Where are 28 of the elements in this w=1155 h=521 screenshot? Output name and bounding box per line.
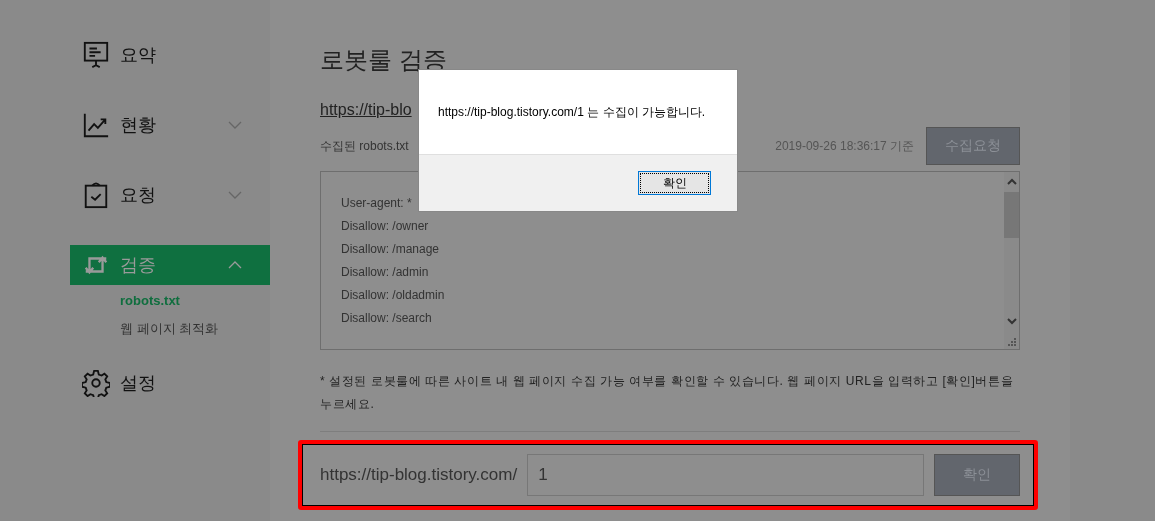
scroll-up-icon[interactable] bbox=[1006, 178, 1017, 186]
robots-line: Disallow: /search bbox=[341, 310, 432, 327]
robots-line: User-agent: * bbox=[341, 195, 412, 212]
presentation-icon bbox=[82, 41, 110, 69]
help-note: * 설정된 로봇룰에 따른 사이트 내 웹 페이지 수집 가능 여부를 확인할 수 있습니다. 웹 페이지 URL을 입력하고 [확인]버튼을 누르세요. bbox=[320, 370, 1020, 432]
sidebar-item[interactable]: 요청 bbox=[70, 175, 270, 215]
settings-icon bbox=[82, 369, 110, 397]
sidebar-item[interactable]: 설정 bbox=[70, 363, 270, 403]
dialog-ok-button[interactable]: 확인 bbox=[638, 171, 711, 195]
url-prefix: https://tip-blog.tistory.com/ bbox=[320, 465, 518, 485]
sidebar-subitem[interactable]: 웹 페이지 최적화 bbox=[120, 315, 270, 343]
resize-grip-icon[interactable] bbox=[1008, 338, 1016, 346]
robots-line: Disallow: /owner bbox=[341, 218, 429, 235]
collected-label: 수집된 robots.txt bbox=[320, 137, 410, 155]
scrollbar[interactable] bbox=[1004, 172, 1019, 349]
sidebar-item[interactable]: 검증 bbox=[70, 245, 270, 285]
robots-line: Disallow: /oldadmin bbox=[341, 287, 445, 304]
robots-line: Disallow: /manage bbox=[341, 241, 440, 258]
robots-line: Disallow: /admin bbox=[341, 264, 429, 281]
site-link[interactable]: https://tip-blo bbox=[320, 98, 412, 122]
sidebar-item[interactable]: 현황 bbox=[70, 105, 270, 145]
scroll-down-icon[interactable] bbox=[1006, 317, 1017, 325]
dialog-message: https://tip-blog.tistory.com/1 는 수집이 가능합니다. bbox=[437, 103, 707, 121]
url-input[interactable]: 1 bbox=[527, 454, 924, 496]
sidebar-item[interactable]: 요약 bbox=[70, 35, 270, 75]
clipboard-icon bbox=[82, 181, 110, 209]
chart-icon bbox=[82, 111, 110, 139]
scroll-thumb[interactable] bbox=[1004, 192, 1019, 238]
